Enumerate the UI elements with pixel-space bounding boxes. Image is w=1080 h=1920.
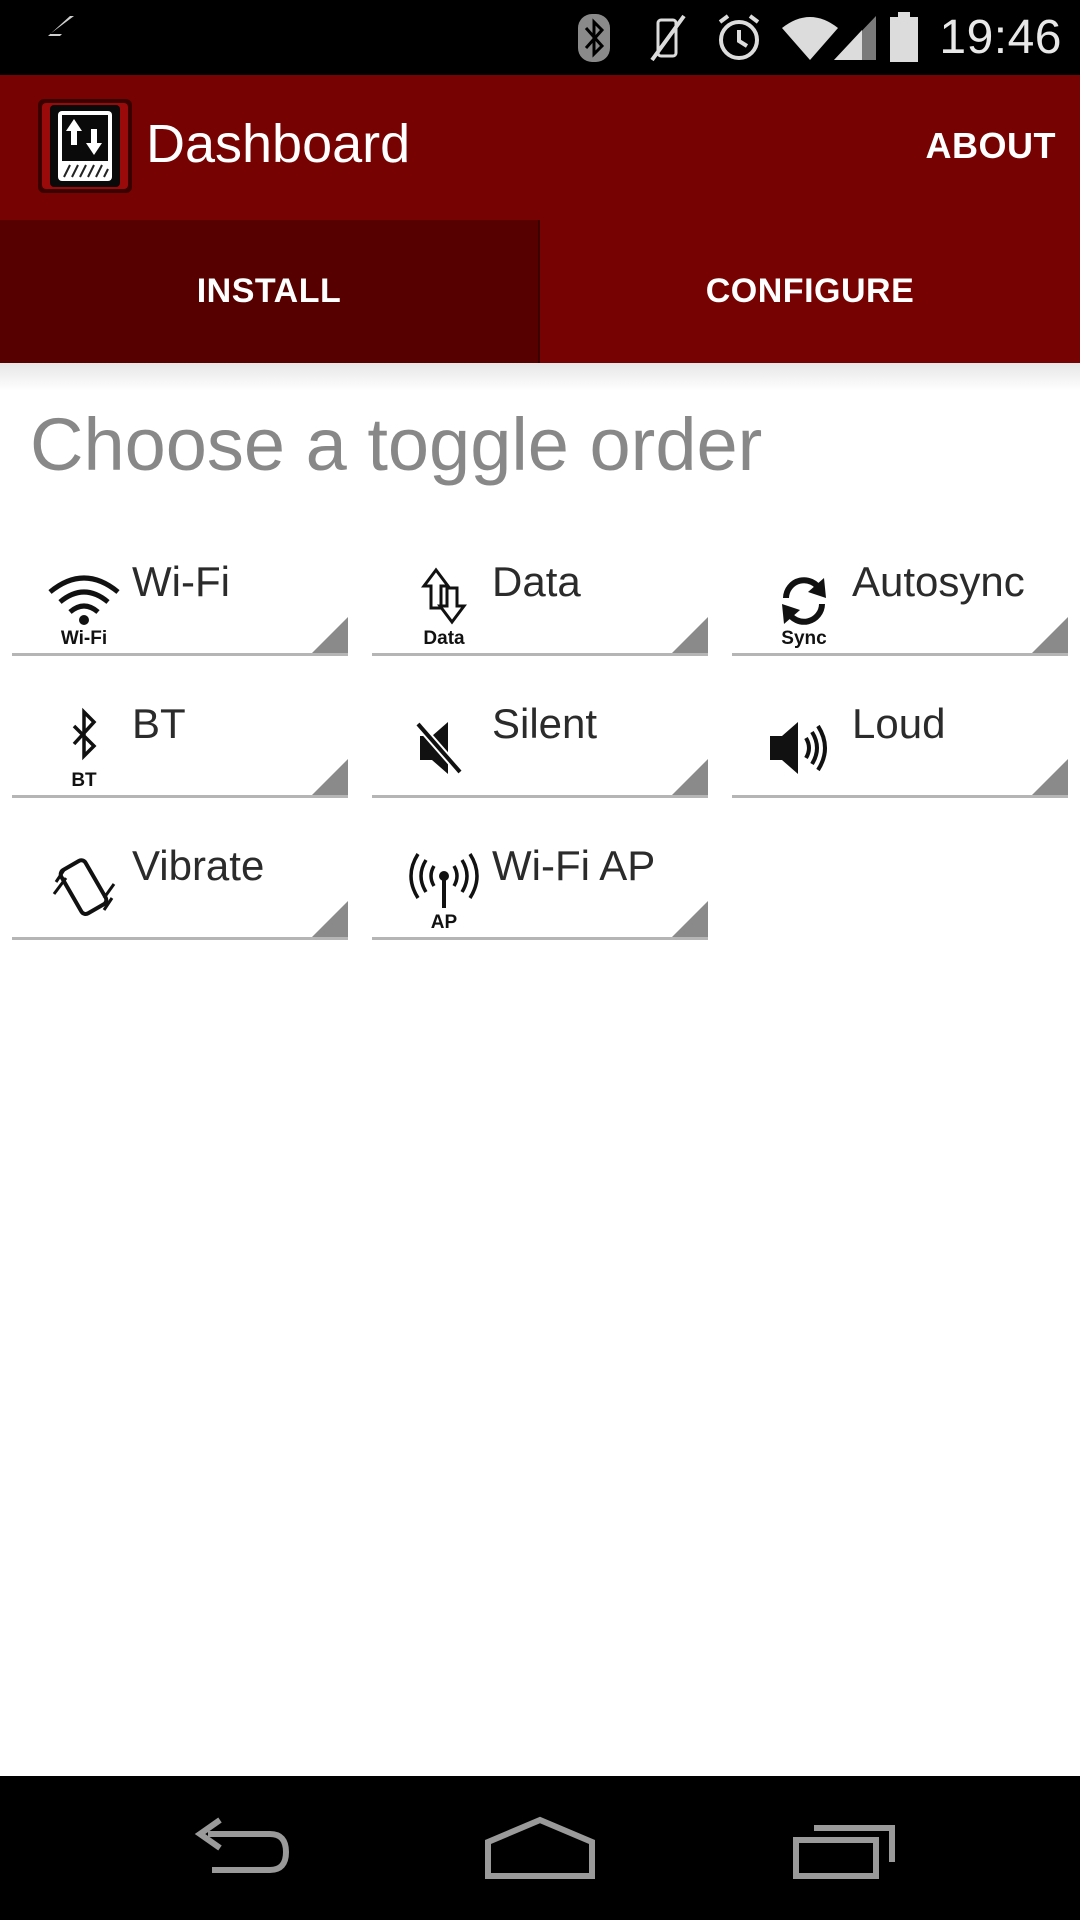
spinner-corner: [672, 617, 708, 653]
recents-icon[interactable]: [790, 1814, 898, 1884]
home-icon[interactable]: [484, 1814, 596, 1884]
spinner-corner: [312, 901, 348, 937]
bluetooth-icon: BT: [71, 707, 97, 790]
wifi-icon: Wi-Fi: [48, 575, 120, 648]
spinner-corner: [312, 617, 348, 653]
toggle-spinner-autosync[interactable]: Sync Autosync: [732, 544, 1068, 656]
toggle-label: Loud: [852, 700, 946, 747]
status-time: 19:46: [939, 11, 1062, 64]
navigation-bar: [0, 1776, 1080, 1920]
about-button[interactable]: ABOUT: [926, 125, 1057, 167]
bluetooth-icon: [578, 14, 610, 62]
vibrate-icon: [52, 858, 116, 916]
flash-icon: [38, 16, 74, 58]
tab-install[interactable]: INSTALL: [0, 220, 540, 363]
toggle-spinner-vibrate[interactable]: Vibrate: [12, 828, 348, 940]
tab-bar: INSTALL CONFIGURE: [0, 220, 1080, 363]
back-icon[interactable]: [186, 1814, 292, 1884]
spinner-corner: [672, 901, 708, 937]
silent-icon: [414, 721, 464, 775]
svg-text:BT: BT: [71, 770, 97, 790]
spinner-corner: [672, 759, 708, 795]
toggle-spinner-silent[interactable]: Silent: [372, 686, 708, 798]
toggle-label: Data: [492, 558, 581, 605]
svg-text:Sync: Sync: [781, 628, 827, 648]
page-heading: Choose a toggle order: [30, 403, 763, 486]
svg-text:AP: AP: [431, 912, 458, 932]
status-bar: 19:46: [0, 0, 1080, 75]
data-icon: Data: [421, 567, 467, 648]
toggle-label: Wi-Fi: [132, 558, 230, 605]
cell-signal-icon: [834, 16, 876, 60]
tab-configure[interactable]: CONFIGURE: [540, 220, 1080, 363]
sync-icon: Sync: [781, 577, 827, 648]
spinner-corner: [1032, 759, 1068, 795]
hotspot-icon: AP: [409, 853, 479, 932]
tab-shadow: [0, 363, 1080, 391]
loud-icon: [770, 722, 827, 774]
toggle-spinner-wifi[interactable]: Wi-Fi Wi-Fi: [12, 544, 348, 656]
toggle-label: Autosync: [852, 558, 1025, 605]
alarm-icon: [718, 14, 760, 60]
action-bar: Dashboard ABOUT: [0, 75, 1080, 220]
toggle-spinner-bt[interactable]: BT BT: [12, 686, 348, 798]
toggle-label: BT: [132, 700, 186, 747]
svg-text:Data: Data: [423, 628, 465, 648]
toggle-label: Wi-Fi AP: [492, 842, 656, 889]
toggle-spinner-loud[interactable]: Loud: [732, 686, 1068, 798]
vibrate-off-icon: [650, 14, 686, 62]
battery-icon: [890, 12, 918, 62]
spinner-corner: [312, 759, 348, 795]
toggle-label: Silent: [492, 700, 598, 747]
toggle-spinner-data[interactable]: Data Data: [372, 544, 708, 656]
toggle-spinner-wifi-ap[interactable]: AP Wi-Fi AP: [372, 828, 708, 940]
spinner-corner: [1032, 617, 1068, 653]
app-title: Dashboard: [146, 114, 411, 174]
wifi-signal-icon: [782, 17, 838, 60]
toggle-label: Vibrate: [132, 842, 265, 889]
svg-text:Wi-Fi: Wi-Fi: [61, 628, 107, 648]
sync-arrows-logo-icon[interactable]: [36, 97, 134, 195]
